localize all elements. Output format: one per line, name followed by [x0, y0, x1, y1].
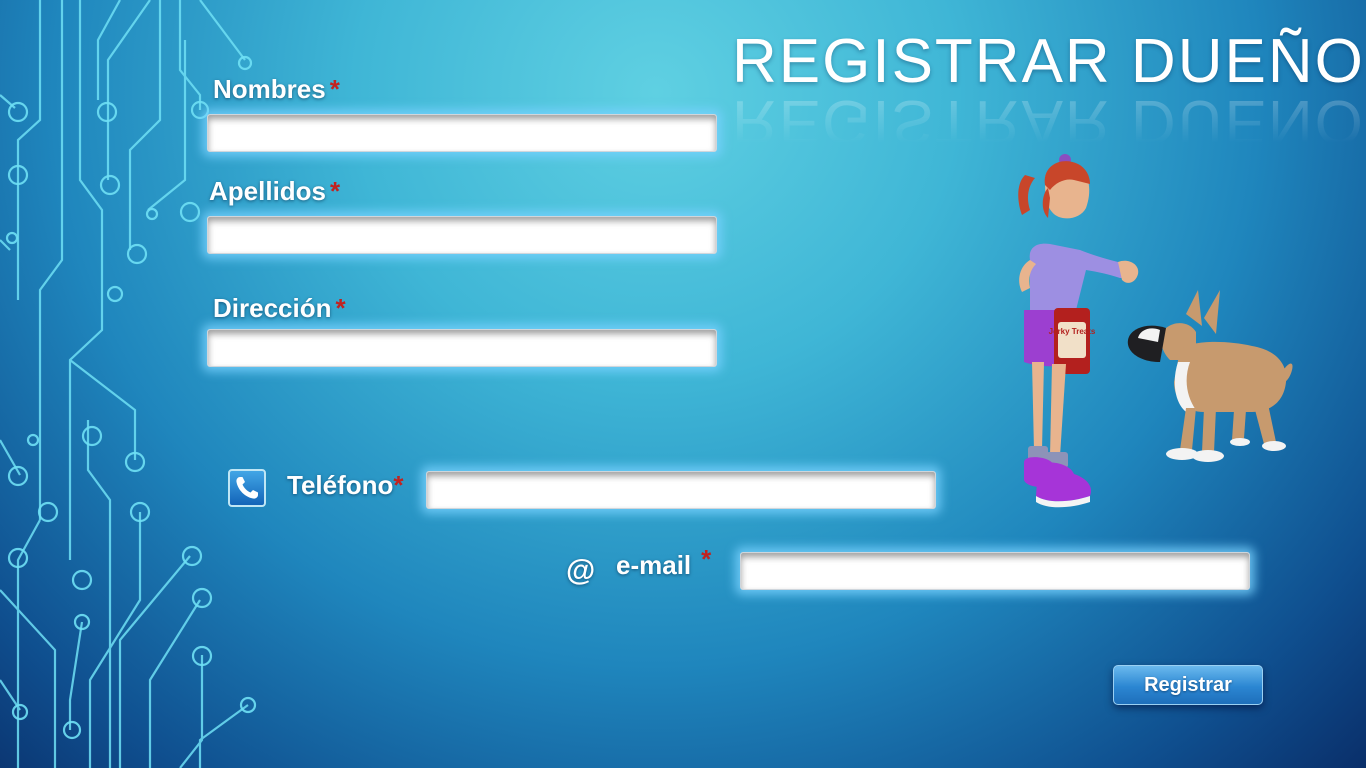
phone-handset-icon [236, 477, 258, 499]
at-sign-icon: @ [566, 554, 596, 587]
nombres-input[interactable] [207, 114, 717, 152]
nombres-label-text: Nombres [213, 74, 326, 104]
telefono-input[interactable] [426, 471, 936, 509]
telefono-label-text: Teléfono [287, 470, 394, 500]
required-mark: * [330, 176, 341, 206]
nombres-label: Nombres * [213, 74, 340, 105]
girl-figure: Jerky Treats [1018, 154, 1139, 508]
direccion-input[interactable] [207, 329, 717, 367]
dog-figure [1127, 290, 1293, 462]
apellidos-label-text: Apellidos [209, 176, 327, 206]
required-mark: * [335, 293, 346, 323]
phone-icon [228, 469, 266, 507]
registrar-button[interactable]: Registrar [1113, 665, 1263, 705]
email-label-text: e-mail [616, 550, 692, 580]
girl-and-dog-illustration: Jerky Treats [1018, 154, 1293, 508]
email-input[interactable] [740, 552, 1250, 590]
required-mark: * [701, 544, 712, 574]
apellidos-input[interactable] [207, 216, 717, 254]
page-title-reflection: REGISTRAR DUEÑO [732, 87, 1365, 156]
required-mark: * [329, 74, 340, 104]
email-label: e-mail * [616, 544, 711, 581]
direccion-label-text: Dirección [213, 293, 332, 323]
svg-text:Jerky Treats: Jerky Treats [1049, 327, 1096, 336]
telefono-label: Teléfono* [287, 470, 404, 501]
direccion-label: Dirección * [213, 293, 346, 324]
apellidos-label: Apellidos * [209, 176, 340, 207]
required-mark: * [393, 470, 404, 500]
